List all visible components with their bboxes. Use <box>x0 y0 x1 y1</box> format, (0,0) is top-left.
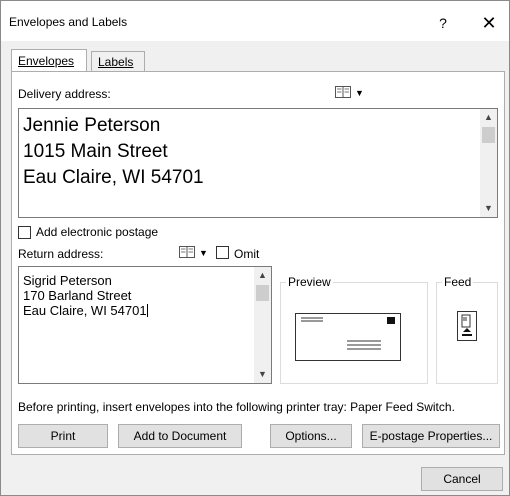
return-address-book-dropdown-icon[interactable]: ▼ <box>199 248 208 258</box>
address-book-icon[interactable] <box>179 246 195 258</box>
print-button[interactable]: Print <box>18 424 108 448</box>
envelope-preview-icon[interactable] <box>295 313 401 364</box>
delivery-address-label: Delivery address: <box>18 87 111 101</box>
electronic-postage-checkbox[interactable] <box>18 226 31 239</box>
add-to-document-button[interactable]: Add to Document <box>118 424 242 448</box>
delivery-line: 1015 Main Street <box>23 141 168 162</box>
delivery-line: Jennie Peterson <box>23 115 161 136</box>
envelopes-panel: Delivery address: ▼ Jennie Peterson 1015… <box>11 71 505 455</box>
return-address-label: Return address: <box>18 247 104 261</box>
return-line: Sigrid Peterson <box>23 273 112 288</box>
feed-group: Feed <box>436 275 498 384</box>
delivery-address-text: Jennie Peterson 1015 Main Street Eau Cla… <box>23 113 204 191</box>
envelopes-labels-dialog: Envelopes and Labels ? ✕ Envelopes Label… <box>0 0 510 496</box>
return-scrollbar[interactable]: ▲ ▼ <box>254 267 271 383</box>
tab-labels[interactable]: Labels <box>91 51 145 71</box>
printer-tray-note: Before printing, insert envelopes into t… <box>18 400 455 414</box>
help-button[interactable]: ? <box>423 9 463 37</box>
omit-label: Omit <box>234 247 260 261</box>
return-address-field[interactable]: Sigrid Peterson 170 Barland Street Eau C… <box>18 266 272 384</box>
epostage-properties-button[interactable]: E-postage Properties... <box>362 424 500 448</box>
feed-label: Feed <box>442 275 474 289</box>
delivery-line: Eau Claire, WI 54701 <box>23 167 204 188</box>
title-bar: Envelopes and Labels ? ✕ <box>1 1 509 41</box>
address-book-icon[interactable] <box>335 86 351 98</box>
scroll-down-icon[interactable]: ▼ <box>480 200 497 217</box>
scroll-thumb[interactable] <box>482 127 495 143</box>
preview-group: Preview <box>280 275 428 384</box>
tab-envelopes-label: Envelopes <box>18 54 75 68</box>
delivery-address-book-dropdown-icon[interactable]: ▼ <box>355 88 364 98</box>
tab-envelopes[interactable]: Envelopes <box>11 49 87 71</box>
return-line: Eau Claire, WI 54701 <box>23 303 148 318</box>
scroll-down-icon[interactable]: ▼ <box>254 366 271 383</box>
delivery-address-field[interactable]: Jennie Peterson 1015 Main Street Eau Cla… <box>18 108 498 218</box>
tab-labels-label: Labels <box>98 55 134 69</box>
return-line: 170 Barland Street <box>23 288 132 303</box>
preview-label: Preview <box>286 275 333 289</box>
electronic-postage-label: Add electronic postage <box>36 225 159 239</box>
options-button[interactable]: Options... <box>270 424 352 448</box>
return-line-text: Eau Claire, WI 54701 <box>23 303 147 318</box>
window-title: Envelopes and Labels <box>9 15 128 29</box>
return-address-text: Sigrid Peterson 170 Barland Street Eau C… <box>23 273 148 318</box>
omit-checkbox[interactable] <box>216 246 229 259</box>
close-button[interactable]: ✕ <box>471 9 507 37</box>
delivery-scrollbar[interactable]: ▲ ▼ <box>480 109 497 217</box>
feed-tray-icon[interactable] <box>457 311 477 344</box>
scroll-up-icon[interactable]: ▲ <box>480 109 497 126</box>
scroll-up-icon[interactable]: ▲ <box>254 267 271 284</box>
scroll-thumb[interactable] <box>256 285 269 301</box>
cancel-button[interactable]: Cancel <box>421 467 503 491</box>
text-cursor <box>146 304 148 317</box>
